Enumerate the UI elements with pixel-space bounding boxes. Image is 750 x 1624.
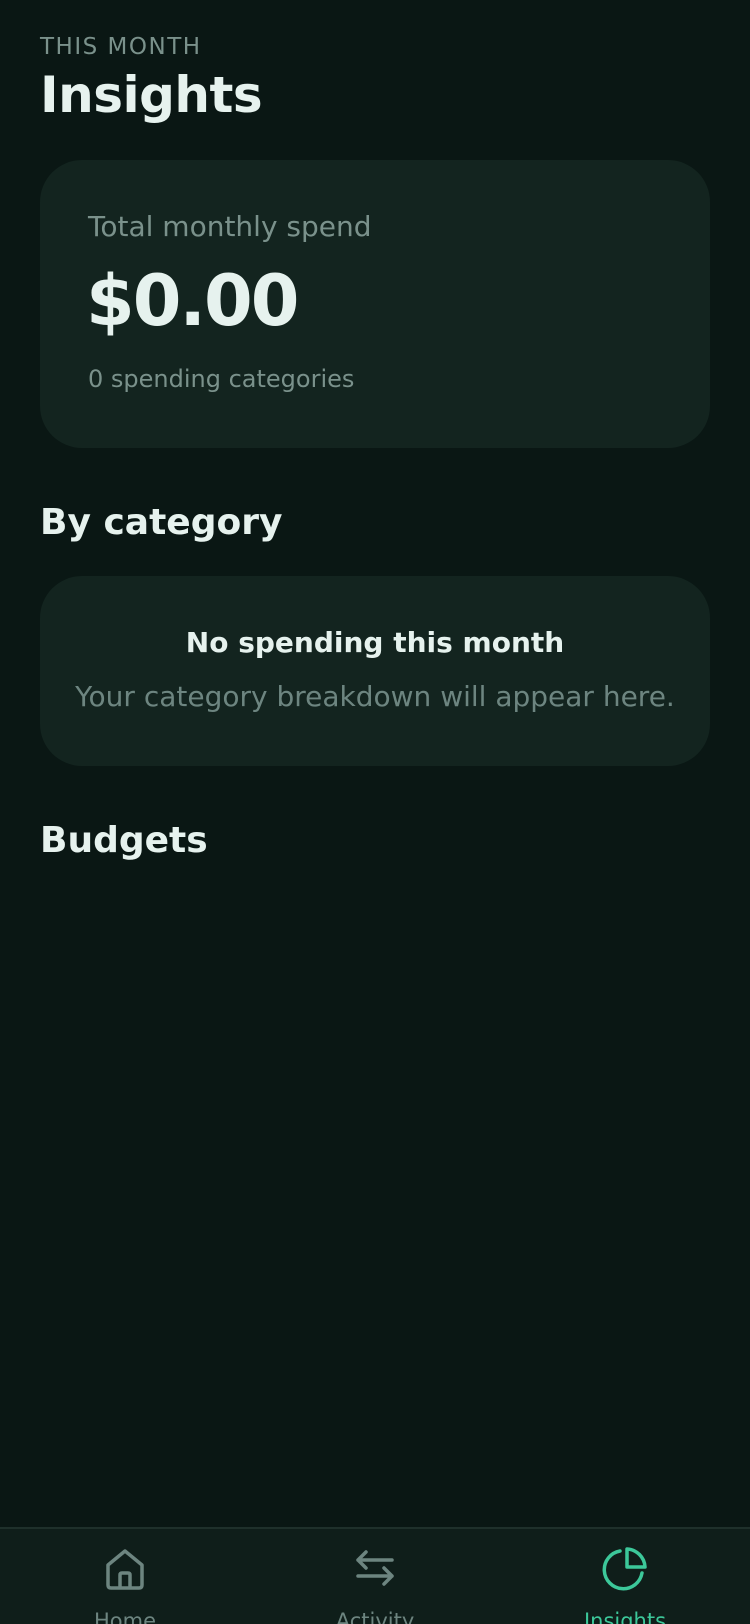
insights-screen: THIS MONTH Insights Total monthly spend …	[0, 0, 750, 1624]
category-empty-state-card: No spending this month Your category bre…	[40, 576, 710, 766]
swap-arrows-icon	[356, 1550, 394, 1586]
monthly-spend-amount: $0.00	[86, 260, 299, 342]
page-eyebrow: THIS MONTH	[40, 34, 202, 60]
budgets-heading: Budgets	[40, 820, 208, 861]
monthly-spend-card: Total monthly spend $0.00 0 spending cat…	[40, 160, 710, 448]
empty-state-subtitle: Your category breakdown will appear here…	[75, 680, 675, 713]
tab-activity[interactable]: Activity	[250, 1529, 500, 1624]
home-icon	[106, 1549, 144, 1590]
monthly-spend-label: Total monthly spend	[88, 210, 372, 243]
tab-insights[interactable]: Insights	[500, 1529, 750, 1624]
empty-state-title: No spending this month	[185, 626, 565, 659]
tab-home-label: Home	[93, 1609, 156, 1624]
tab-home[interactable]: Home	[0, 1529, 250, 1624]
by-category-heading: By category	[40, 502, 283, 543]
pie-chart-icon	[602, 1547, 647, 1591]
spending-categories-count: 0 spending categories	[88, 365, 355, 393]
page-title: Insights	[40, 66, 263, 124]
tab-activity-label: Activity	[335, 1609, 415, 1624]
tab-insights-label: Insights	[583, 1609, 667, 1624]
bottom-tab-bar: Home Activity Insights	[0, 1527, 750, 1624]
